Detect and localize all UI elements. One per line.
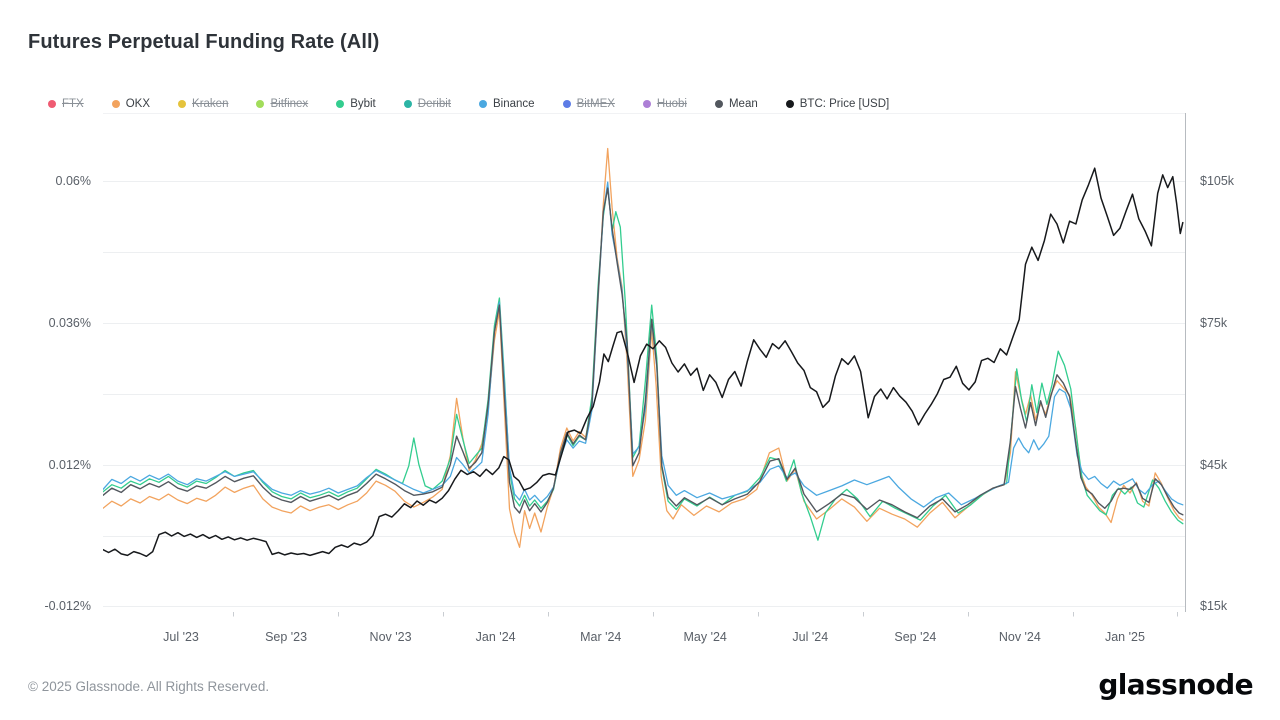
legend-dot [715, 100, 723, 108]
series-okx [103, 149, 1183, 548]
y-axis-left-tick-label: 0.012% [19, 457, 91, 473]
x-axis-tick-label: Mar '24 [580, 629, 621, 645]
chart-plot-area[interactable]: 0.06% 0.036% 0.012% -0.012% $105k $75k $45k $15… [0, 110, 1280, 655]
y-axis-right-tick-label: $105k [1200, 173, 1234, 189]
glassnode-chart-page: Futures Perpetual Funding Rate (All) FTX… [0, 0, 1280, 720]
legend-item-label: BTC: Price [USD] [800, 98, 889, 110]
y-axis-left-tick-label: 0.06% [19, 173, 91, 189]
legend-item-label: Binance [493, 98, 535, 110]
y-axis-left-tick-label: -0.012% [19, 598, 91, 614]
legend-item-label: Huobi [657, 98, 687, 110]
legend-item-label: BitMEX [577, 98, 615, 110]
legend-dot [256, 100, 264, 108]
legend: FTX OKX Kraken Bitfinex Bybit Deribit Binance B… [48, 98, 889, 110]
x-axis-tick-label: Jul '23 [163, 629, 199, 645]
legend-item-label: Bitfinex [270, 98, 308, 110]
x-axis-tick-label: Jan '24 [476, 629, 516, 645]
legend-item-bitfinex[interactable]: Bitfinex [256, 98, 308, 110]
series-group [103, 149, 1183, 557]
legend-item-mean[interactable]: Mean [715, 98, 758, 110]
legend-item-bybit[interactable]: Bybit [336, 98, 376, 110]
legend-item-label: Kraken [192, 98, 228, 110]
x-axis-tick-label: Jul '24 [792, 629, 828, 645]
x-axis-tick-label: May '24 [684, 629, 727, 645]
series-btc-price-usd [103, 168, 1183, 556]
x-axis-tick-label: Sep '23 [265, 629, 307, 645]
legend-item-label: OKX [126, 98, 150, 110]
legend-item-deribit[interactable]: Deribit [404, 98, 451, 110]
legend-dot [643, 100, 651, 108]
legend-item-label: FTX [62, 98, 84, 110]
legend-dot [336, 100, 344, 108]
legend-item-btc-price-usd[interactable]: BTC: Price [USD] [786, 98, 889, 110]
y-axis-right-tick-label: $75k [1200, 315, 1227, 331]
page-title: Futures Perpetual Funding Rate (All) [28, 31, 379, 54]
x-axis-tick-label: Jan '25 [1105, 629, 1145, 645]
legend-item-kraken[interactable]: Kraken [178, 98, 228, 110]
series-binance [103, 182, 1183, 507]
legend-item-huobi[interactable]: Huobi [643, 98, 687, 110]
x-axis-tick-label: Nov '24 [999, 629, 1041, 645]
legend-dot [112, 100, 120, 108]
legend-dot [178, 100, 186, 108]
legend-item-binance[interactable]: Binance [479, 98, 535, 110]
copyright-text: © 2025 Glassnode. All Rights Reserved. [28, 679, 269, 694]
chart-svg [0, 110, 1280, 655]
series-bybit [103, 186, 1183, 541]
y-axis-right-tick-label: $45k [1200, 457, 1227, 473]
legend-dot [479, 100, 487, 108]
legend-item-label: Deribit [418, 98, 451, 110]
legend-dot [48, 100, 56, 108]
legend-item-label: Bybit [350, 98, 376, 110]
legend-dot [563, 100, 571, 108]
legend-item-bitmex[interactable]: BitMEX [563, 98, 615, 110]
legend-item-label: Mean [729, 98, 758, 110]
series-mean [103, 188, 1183, 518]
glassnode-logo: glassnode [1098, 668, 1253, 701]
x-axis-tick-label: Sep '24 [894, 629, 936, 645]
legend-dot [786, 100, 794, 108]
y-axis-left-tick-label: 0.036% [19, 315, 91, 331]
legend-dot [404, 100, 412, 108]
y-axis-right-tick-label: $15k [1200, 598, 1227, 614]
legend-item-okx[interactable]: OKX [112, 98, 150, 110]
x-axis-tick-label: Nov '23 [370, 629, 412, 645]
legend-item-ftx[interactable]: FTX [48, 98, 84, 110]
